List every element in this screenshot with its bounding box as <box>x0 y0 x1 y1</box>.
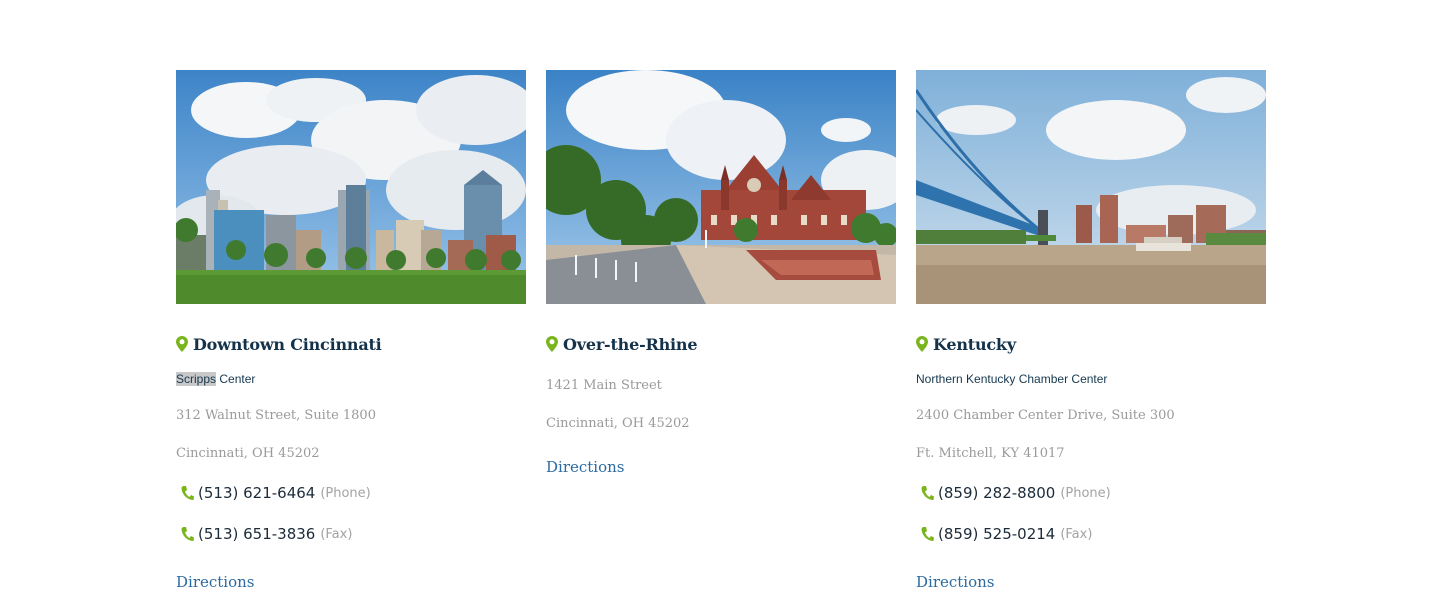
location-title-row: Over-the-Rhine <box>546 332 896 356</box>
bridge-river-photo <box>916 70 1266 304</box>
address-line-1: 1421 Main Street <box>546 378 662 393</box>
phone-row: (513) 621-6464 (Phone) <box>176 482 526 504</box>
phone-icon <box>921 527 934 541</box>
venue-name: Scripps Center <box>176 370 526 388</box>
address-line-2: Cincinnati, OH 45202 <box>176 446 320 461</box>
address-line-2: Cincinnati, OH 45202 <box>546 416 690 431</box>
phone-number-link[interactable]: (859) 282-8800 <box>938 484 1055 502</box>
location-card-downtown: Downtown Cincinnati Scripps Center 312 W… <box>176 70 526 593</box>
map-pin-icon <box>176 336 188 352</box>
directions-link[interactable]: Directions <box>176 571 255 593</box>
fax-label: (Fax) <box>1060 526 1093 542</box>
venue-name-highlighted: Scripps <box>176 372 217 386</box>
map-pin-icon <box>916 336 928 352</box>
location-card-kentucky: Kentucky Northern Kentucky Chamber Cente… <box>916 70 1266 593</box>
location-title: Over-the-Rhine <box>563 334 698 354</box>
location-title: Downtown Cincinnati <box>193 334 382 354</box>
location-title-row: Kentucky <box>916 332 1266 356</box>
fax-label: (Fax) <box>320 526 353 542</box>
fax-number-link[interactable]: (859) 525-0214 <box>938 525 1055 543</box>
phone-number-link[interactable]: (513) 621-6464 <box>198 484 315 502</box>
phone-label: (Phone) <box>320 485 371 501</box>
phone-row: (859) 282-8800 (Phone) <box>916 482 1266 504</box>
locations-section: Downtown Cincinnati Scripps Center 312 W… <box>0 0 1435 609</box>
location-card-over-the-rhine: Over-the-Rhine 1421 Main Street Cincinna… <box>546 70 896 478</box>
address-line-1: 312 Walnut Street, Suite 1800 <box>176 408 376 423</box>
venue-name-rest: Center <box>216 372 256 386</box>
phone-label: (Phone) <box>1060 485 1111 501</box>
venue-name: Northern Kentucky Chamber Center <box>916 372 1108 386</box>
directions-link[interactable]: Directions <box>916 571 995 593</box>
fax-number-link[interactable]: (513) 651-3836 <box>198 525 315 543</box>
music-hall-fountain-photo <box>546 70 896 304</box>
location-title-row: Downtown Cincinnati <box>176 332 526 356</box>
phone-icon <box>921 486 934 500</box>
fax-row: (513) 651-3836 (Fax) <box>176 523 526 545</box>
location-title: Kentucky <box>933 334 1016 354</box>
address-line-2: Ft. Mitchell, KY 41017 <box>916 446 1065 461</box>
phone-icon <box>181 527 194 541</box>
address-line-1: 2400 Chamber Center Drive, Suite 300 <box>916 408 1175 423</box>
map-pin-icon <box>546 336 558 352</box>
phone-icon <box>181 486 194 500</box>
downtown-skyline-photo <box>176 70 526 304</box>
fax-row: (859) 525-0214 (Fax) <box>916 523 1266 545</box>
directions-link[interactable]: Directions <box>546 456 625 478</box>
